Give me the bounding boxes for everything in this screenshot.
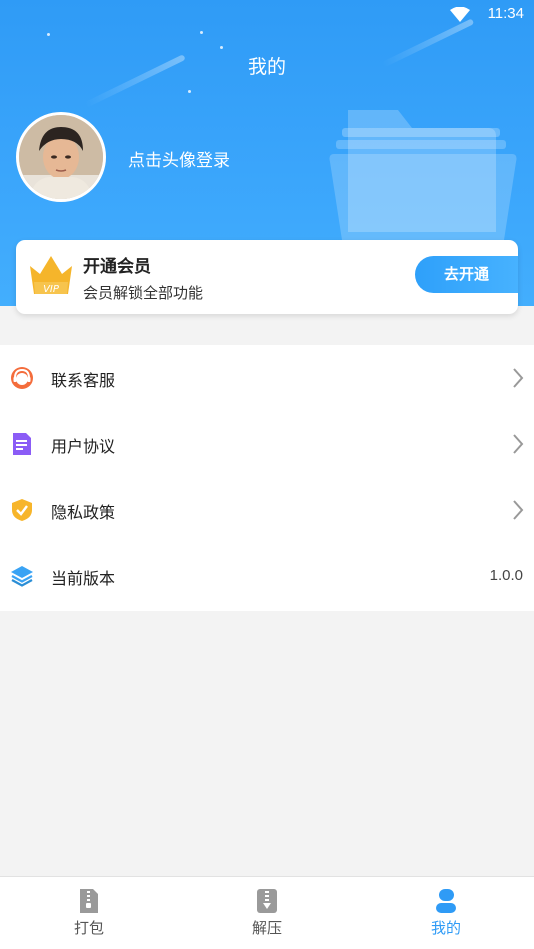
decor-star bbox=[188, 90, 191, 93]
user-icon bbox=[436, 889, 456, 913]
decor-star bbox=[200, 31, 203, 34]
vip-subtitle: 会员解锁全部功能 bbox=[83, 284, 204, 302]
menu-item-user-agreement[interactable]: 用户协议 bbox=[0, 411, 534, 477]
menu-item-version: 当前版本 1.0.0 bbox=[0, 543, 534, 609]
tab-pack[interactable]: 打包 bbox=[29, 877, 149, 949]
status-bar: 11:34 bbox=[0, 0, 534, 30]
tab-extract[interactable]: 解压 bbox=[207, 877, 327, 949]
avatar-photo bbox=[19, 115, 103, 199]
open-vip-button[interactable]: 去开通 bbox=[415, 256, 518, 293]
version-value: 1.0.0 bbox=[489, 567, 523, 584]
unzip-icon bbox=[257, 889, 277, 913]
menu-item-customer-service[interactable]: 联系客服 bbox=[0, 345, 534, 411]
layers-icon bbox=[11, 566, 33, 587]
tab-mine[interactable]: 我的 bbox=[386, 877, 506, 949]
menu-item-label: 隐私政策 bbox=[51, 503, 116, 522]
folder-illustration-icon bbox=[329, 110, 517, 240]
tab-label: 打包 bbox=[73, 919, 104, 937]
vip-card[interactable]: VIP 开通会员 会员解锁全部功能 去开通 bbox=[16, 240, 518, 314]
menu-item-label: 联系客服 bbox=[51, 371, 116, 390]
menu-item-privacy-policy[interactable]: 隐私政策 bbox=[0, 477, 534, 543]
shield-check-icon bbox=[12, 499, 32, 521]
page-title: 我的 bbox=[247, 56, 286, 78]
tab-label: 解压 bbox=[251, 919, 282, 937]
decor-star bbox=[47, 33, 50, 36]
tab-label: 我的 bbox=[430, 919, 461, 937]
decor-star bbox=[220, 46, 223, 49]
vip-title: 开通会员 bbox=[83, 257, 151, 277]
settings-menu: 联系客服 用户协议 隐私政策 当前版本 1.0.0 bbox=[0, 345, 534, 611]
chevron-right-icon bbox=[513, 368, 524, 388]
login-prompt[interactable]: 点击头像登录 bbox=[128, 146, 230, 171]
chevron-right-icon bbox=[513, 500, 524, 520]
zip-file-icon bbox=[80, 889, 98, 913]
status-time: 11:34 bbox=[487, 5, 524, 22]
svg-text:VIP: VIP bbox=[43, 284, 60, 295]
bottom-tab-bar: 打包 解压 我的 bbox=[0, 876, 534, 949]
customer-service-icon bbox=[11, 367, 33, 389]
avatar[interactable] bbox=[16, 112, 106, 202]
menu-item-label: 当前版本 bbox=[51, 569, 116, 588]
vip-crown-icon: VIP bbox=[30, 256, 72, 295]
document-icon bbox=[13, 433, 31, 455]
menu-item-label: 用户协议 bbox=[51, 437, 116, 456]
chevron-right-icon bbox=[513, 434, 524, 454]
